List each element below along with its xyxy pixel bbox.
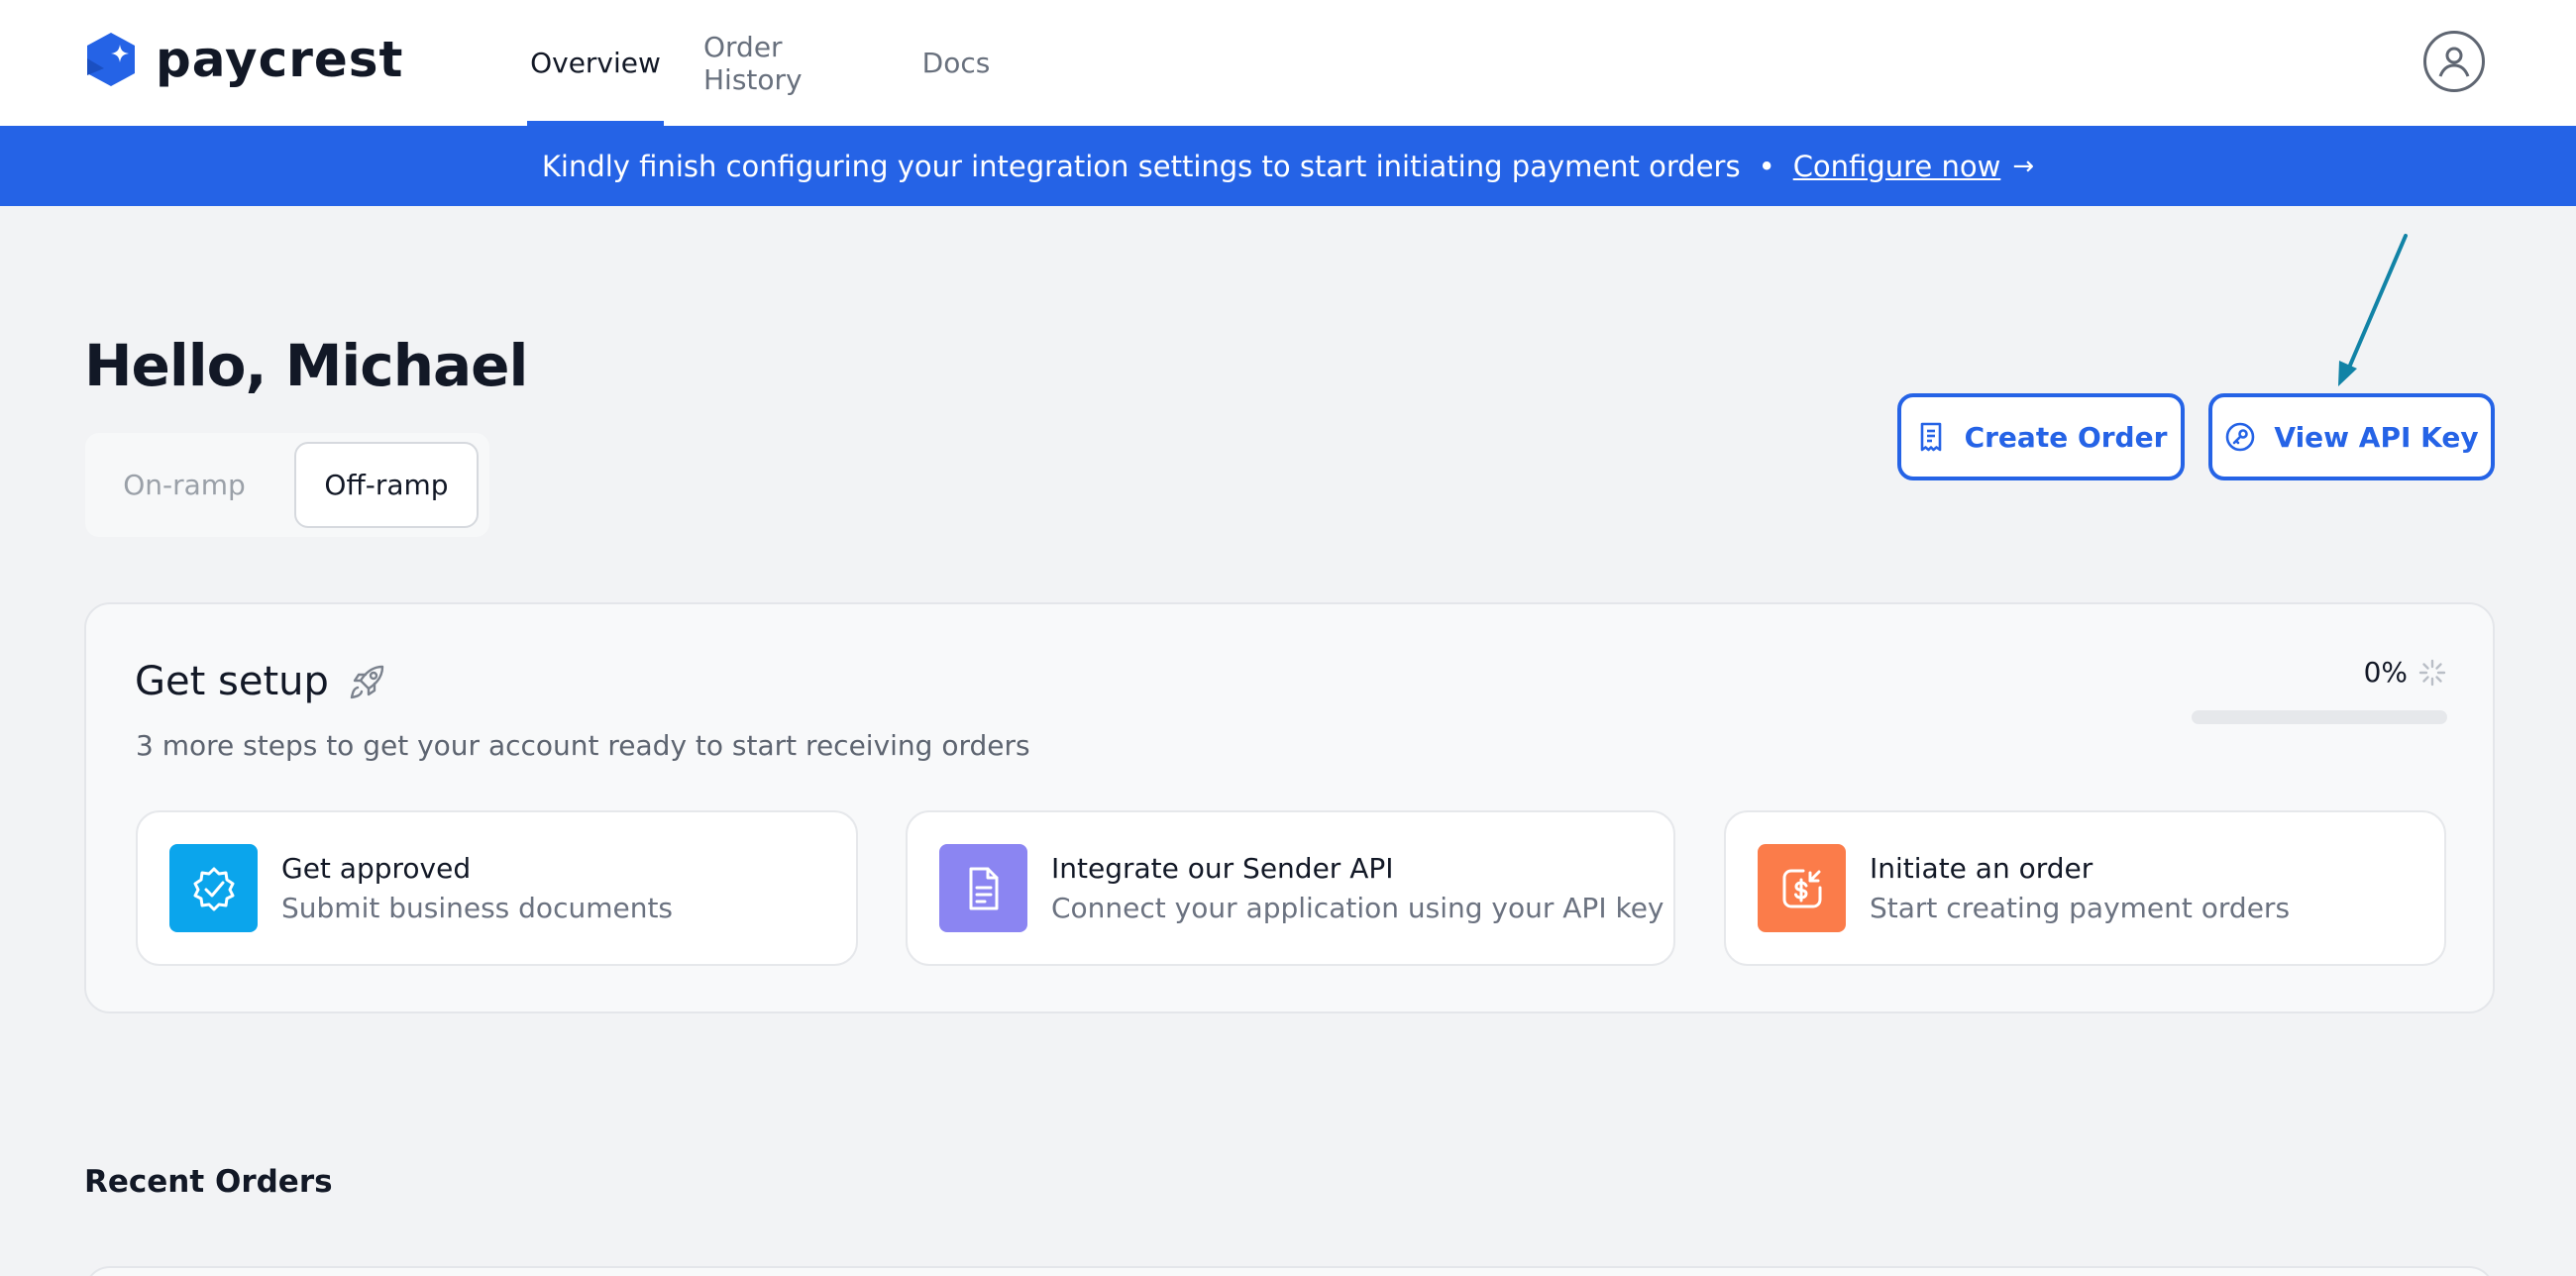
tab-overview[interactable]: Overview <box>527 0 664 126</box>
step-description: Connect your application using your API … <box>1051 892 1664 924</box>
step-description: Submit business documents <box>281 892 674 924</box>
badge-check-icon <box>193 867 234 910</box>
user-avatar-button[interactable] <box>2423 31 2485 92</box>
user-circle-icon <box>2438 47 2470 77</box>
ramp-toggle: On-ramp Off-ramp <box>85 433 489 537</box>
loading-spinner-icon <box>2418 659 2446 686</box>
recent-orders-card <box>84 1266 2495 1276</box>
progress-bar <box>2192 710 2447 724</box>
page-greeting: Hello, Michael <box>84 332 528 399</box>
step-title: Get approved <box>281 852 472 885</box>
step-get-approved[interactable]: Get approved Submit business documents <box>136 810 858 966</box>
step-title: Initiate an order <box>1870 852 2093 885</box>
receipt-icon <box>1920 422 1941 452</box>
annotation-arrow <box>2338 234 2408 386</box>
view-api-key-button[interactable]: View API Key <box>2208 393 2495 480</box>
setup-title-text: Get setup <box>135 659 329 704</box>
step-icon-tile <box>939 844 1027 932</box>
step-integrate-sender-api[interactable]: Integrate our Sender API Connect your ap… <box>906 810 1675 966</box>
create-order-label: Create Order <box>1964 420 2168 454</box>
brand-name: paycrest <box>156 31 404 88</box>
setup-title: Get setup <box>135 659 388 704</box>
view-api-key-label: View API Key <box>2274 420 2479 454</box>
paycrest-logo-icon <box>87 33 135 86</box>
step-initiate-order[interactable]: Initiate an order Start creating payment… <box>1724 810 2446 966</box>
tab-docs[interactable]: Docs <box>921 0 991 126</box>
tab-order-history[interactable]: Order History <box>703 0 882 126</box>
create-order-button[interactable]: Create Order <box>1897 393 2185 480</box>
progress-label: 0% <box>2364 656 2447 689</box>
get-setup-card: Get setup 3 more steps to get your accou… <box>84 602 2495 1013</box>
integration-banner: Kindly finish configuring your integrati… <box>0 126 2576 206</box>
configure-now-link[interactable]: Configure now <box>1793 150 2001 183</box>
step-icon-tile <box>169 844 258 932</box>
step-title: Integrate our Sender API <box>1051 852 1394 885</box>
paycrest-logo[interactable]: paycrest <box>84 30 403 89</box>
setup-subtitle: 3 more steps to get your account ready t… <box>136 729 1030 762</box>
progress-percent: 0% <box>2363 656 2408 689</box>
arrow-right-icon: → <box>2012 151 2035 181</box>
step-icon-tile <box>1758 844 1846 932</box>
on-ramp-option[interactable]: On-ramp <box>95 442 273 528</box>
rocket-icon <box>350 665 384 699</box>
document-icon <box>969 867 998 909</box>
recent-orders-title: Recent Orders <box>84 1164 333 1200</box>
off-ramp-option[interactable]: Off-ramp <box>294 442 479 528</box>
banner-message: Kindly finish configuring your integrati… <box>541 149 1741 183</box>
banner-separator: • <box>1758 149 1775 183</box>
payment-order-icon <box>1782 869 1821 907</box>
step-description: Start creating payment orders <box>1870 892 2291 924</box>
top-navigation-bar: paycrest Overview Order History Docs <box>0 0 2576 126</box>
key-icon <box>2226 422 2255 452</box>
main-nav: Overview Order History Docs <box>527 0 991 126</box>
